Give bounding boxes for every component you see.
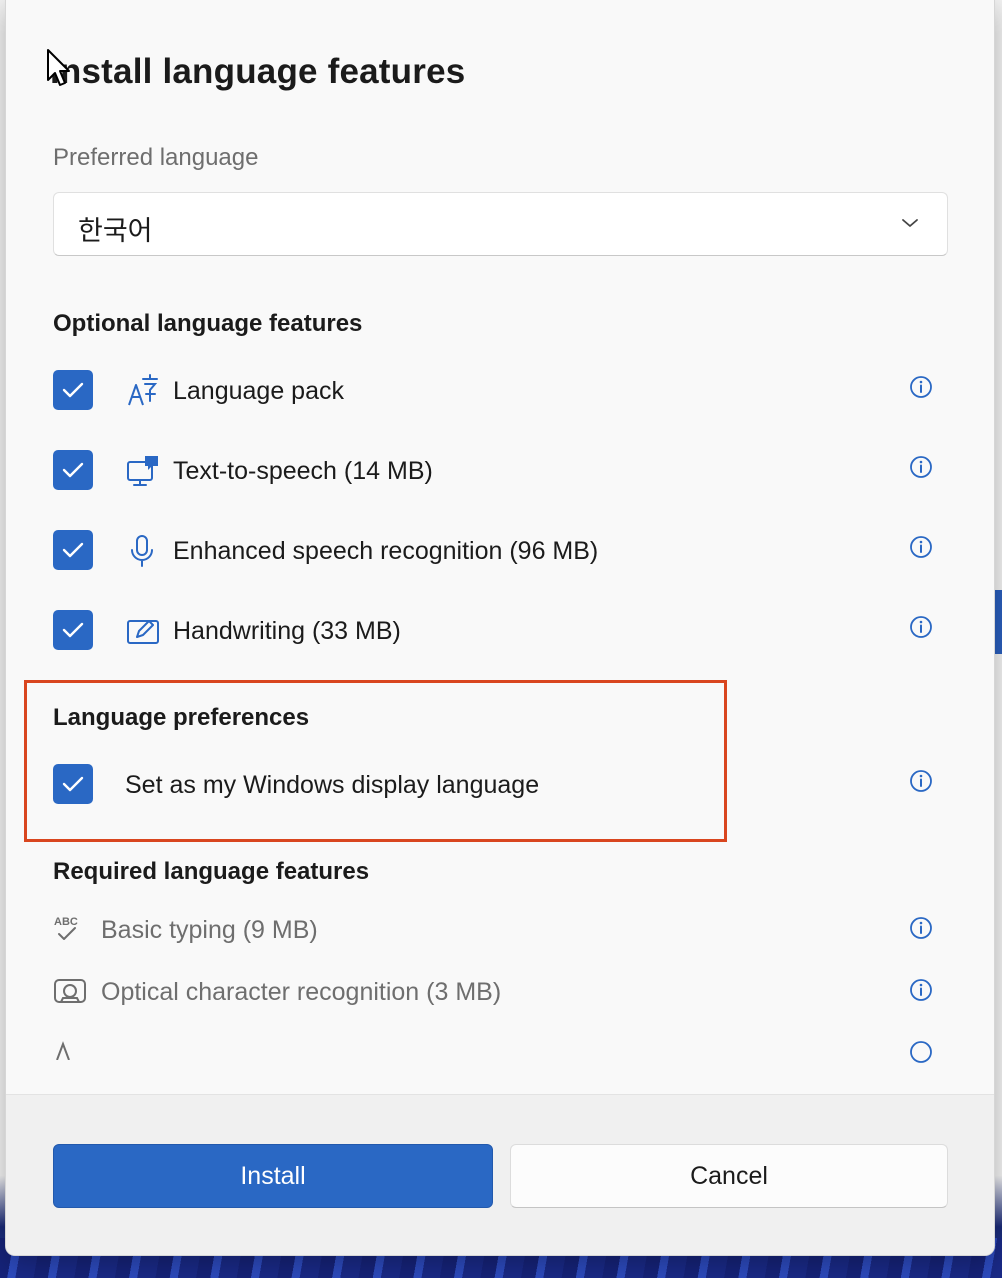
optional-features-heading: Optional language features — [53, 310, 363, 337]
ocr-icon — [54, 979, 86, 1003]
microphone-icon — [131, 535, 153, 567]
required-features-heading: Required language features — [53, 858, 370, 885]
info-icon[interactable] — [909, 916, 933, 940]
text-to-speech-label: Text-to-speech (14 MB) — [173, 457, 433, 485]
preferred-language-label: Preferred language — [53, 144, 259, 171]
speech-recognition-label: Enhanced speech recognition (96 MB) — [173, 537, 599, 565]
display-language-option[interactable]: Set as my Windows display language — [53, 763, 933, 807]
optional-feature-speech-recognition[interactable]: Enhanced speech recognition (96 MB) — [53, 529, 933, 573]
info-icon[interactable] — [909, 455, 933, 479]
info-icon[interactable] — [909, 1040, 933, 1064]
dialog-footer: Install Cancel — [6, 1094, 994, 1255]
checkmark-icon — [62, 622, 84, 638]
checkmark-icon — [62, 382, 84, 398]
optional-feature-text-to-speech[interactable]: Text-to-speech (14 MB) — [53, 449, 933, 493]
chevron-down-icon — [902, 219, 918, 227]
preferred-language-dropdown[interactable]: 한국어 — [53, 192, 948, 256]
svg-text:ABC: ABC — [54, 916, 78, 928]
info-icon[interactable] — [909, 375, 933, 399]
checkmark-icon — [62, 776, 84, 792]
cancel-button[interactable]: Cancel — [510, 1144, 948, 1208]
required-feature-basic-typing: ABC Basic typing (9 MB) — [53, 910, 933, 950]
language-pack-label: Language pack — [173, 377, 344, 405]
display-language-checkbox[interactable] — [53, 764, 93, 804]
text-to-speech-icon — [127, 456, 158, 486]
language-pack-icon — [128, 374, 158, 406]
install-button[interactable]: Install — [53, 1144, 493, 1208]
optional-feature-handwriting[interactable]: Handwriting (33 MB) — [53, 609, 933, 653]
install-language-features-dialog: Install language features Preferred lang… — [5, 0, 995, 1256]
handwriting-label: Handwriting (33 MB) — [173, 617, 401, 645]
scroll-clip-area — [6, 1040, 994, 1100]
language-preferences-heading: Language preferences — [53, 704, 310, 731]
checkmark-icon — [62, 542, 84, 558]
ocr-label: Optical character recognition (3 MB) — [101, 978, 502, 1006]
info-icon[interactable] — [909, 978, 933, 1002]
display-language-label: Set as my Windows display language — [125, 771, 540, 799]
dialog-title: Install language features — [50, 52, 466, 91]
checkmark-icon — [62, 462, 84, 478]
optional-feature-language-pack[interactable]: Language pack — [53, 369, 933, 413]
handwriting-checkbox[interactable] — [53, 610, 93, 650]
background-window-edge — [994, 590, 1002, 654]
info-icon[interactable] — [909, 535, 933, 559]
handwriting-icon — [127, 620, 159, 644]
preferred-language-value: 한국어 — [78, 216, 153, 246]
basic-typing-label: Basic typing (9 MB) — [101, 916, 318, 944]
text-to-speech-checkbox[interactable] — [53, 450, 93, 490]
language-pack-checkbox[interactable] — [53, 370, 93, 410]
mouse-cursor-icon — [47, 49, 70, 86]
info-icon[interactable] — [909, 615, 933, 639]
required-feature-ocr: Optical character recognition (3 MB) — [53, 972, 933, 1012]
basic-typing-icon: ABC — [54, 916, 78, 940]
info-icon[interactable] — [909, 769, 933, 793]
speech-icon — [56, 1041, 70, 1060]
speech-recognition-checkbox[interactable] — [53, 530, 93, 570]
